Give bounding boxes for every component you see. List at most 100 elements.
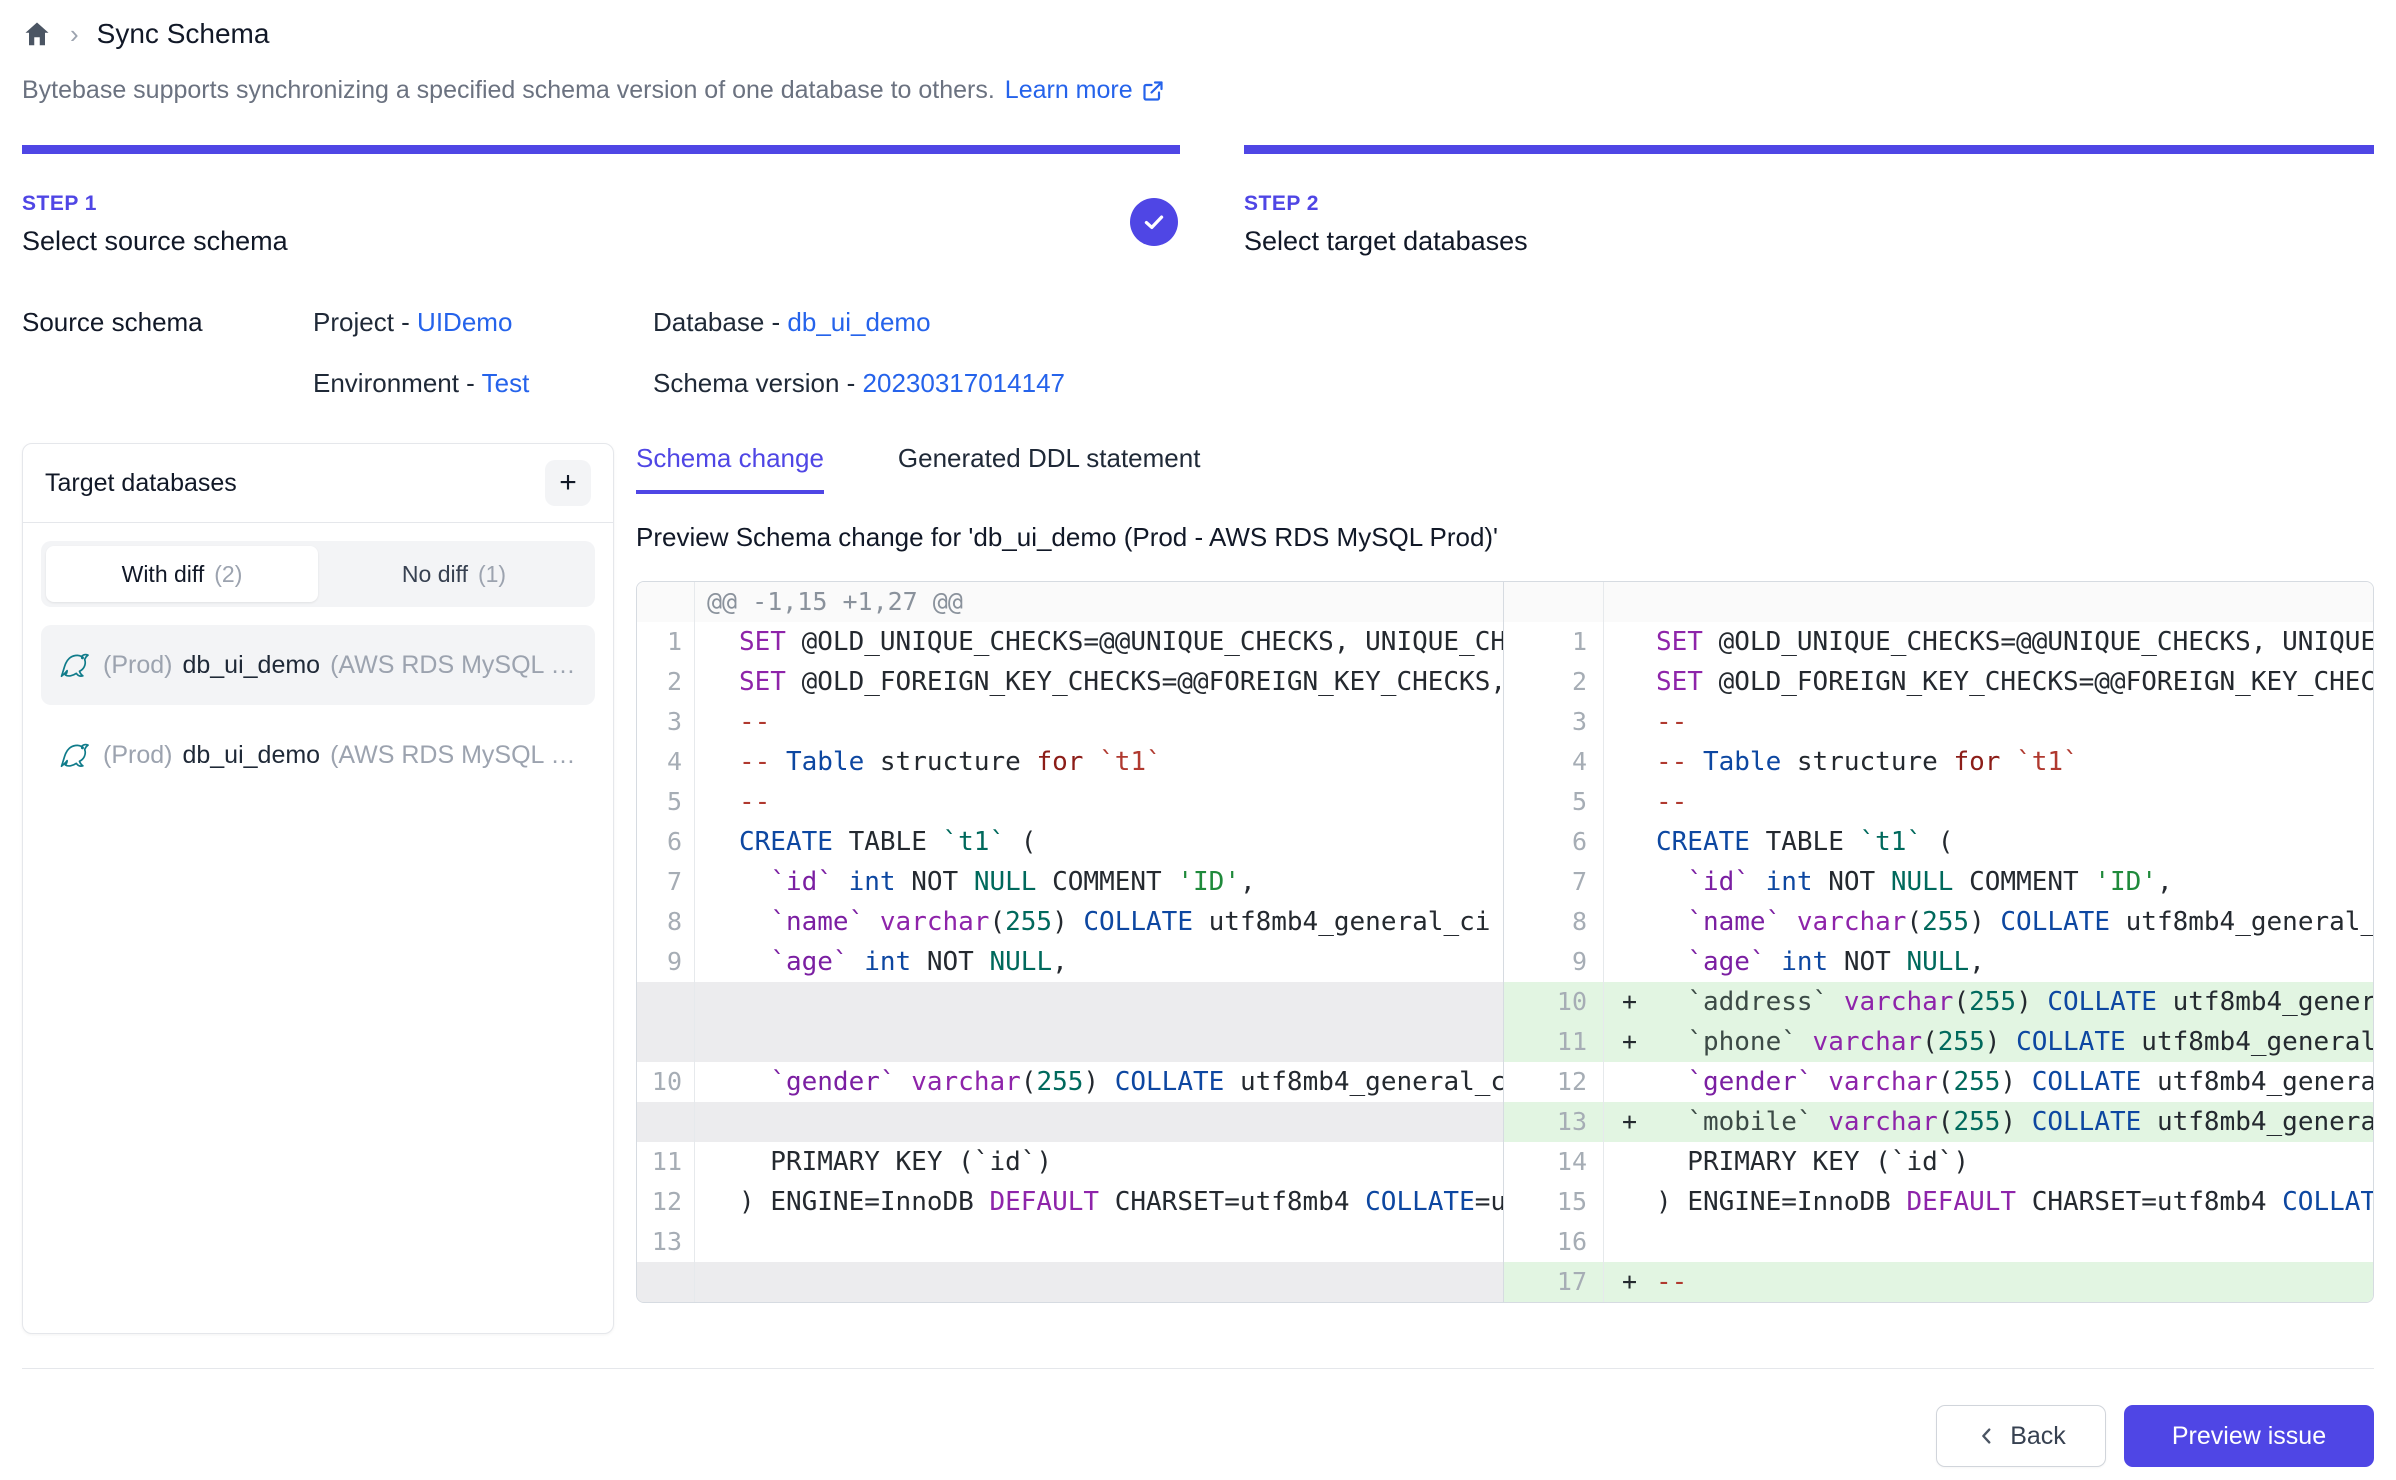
diff-marker	[695, 862, 739, 902]
footer-actions: Back Preview issue	[22, 1405, 2374, 1467]
schema-version-link[interactable]: 20230317014147	[863, 368, 1065, 398]
line-number: 5	[637, 782, 695, 822]
diff-old-cell: 6 CREATE TABLE `t1` (	[637, 822, 1503, 862]
db-environment: (Prod)	[103, 741, 172, 770]
breadcrumb-chevron-icon: ›	[70, 21, 79, 47]
diff-new-cell: 6CREATE TABLE `t1` (	[1503, 822, 2373, 862]
diff-row: 11 PRIMARY KEY (`id`)14 PRIMARY KEY (`id…	[637, 1142, 2373, 1182]
diff-row: 10 `gender` varchar(255) COLLATE utf8mb4…	[637, 1062, 2373, 1102]
line-number: 17	[1504, 1262, 1604, 1302]
project-link[interactable]: UIDemo	[417, 307, 512, 337]
line-number: 12	[637, 1182, 695, 1222]
code-line: `phone` varchar(255) COLLATE utf8mb4_gen…	[1656, 1022, 2373, 1062]
diff-old-cell: 7 `id` int NOT NULL COMMENT 'ID',	[637, 862, 1503, 902]
environment-link[interactable]: Test	[482, 368, 530, 398]
code-line: SET @OLD_FOREIGN_KEY_CHECKS=@@FOREIGN_KE…	[739, 662, 1503, 702]
code-line: -- Table structure for `t1`	[739, 742, 1503, 782]
diff-new-cell: 10+ `address` varchar(255) COLLATE utf8m…	[1503, 982, 2373, 1022]
diff-row: 2SET @OLD_FOREIGN_KEY_CHECKS=@@FOREIGN_K…	[637, 662, 2373, 702]
source-environment-field: Environment - Test	[313, 368, 653, 399]
code-line: CREATE TABLE `t1` (	[739, 822, 1503, 862]
diff-old-cell: 13	[637, 1222, 1503, 1262]
steps-row: STEP 1 Select source schema STEP 2 Selec…	[22, 192, 2374, 257]
back-button[interactable]: Back	[1936, 1405, 2106, 1467]
code-line	[1656, 1222, 2373, 1262]
code-line: --	[739, 782, 1503, 822]
line-number: 3	[1504, 702, 1604, 742]
with-diff-count: (2)	[214, 561, 242, 588]
diff-new-cell: 16	[1503, 1222, 2373, 1262]
diff-old-cell: 1SET @OLD_UNIQUE_CHECKS=@@UNIQUE_CHECKS,…	[637, 622, 1503, 662]
line-number: 4	[1504, 742, 1604, 782]
step1-completed-check-icon	[1130, 198, 1178, 246]
diff-marker	[1604, 622, 1656, 662]
line-number: 11	[1504, 1022, 1604, 1062]
diff-new-cell: 17+--	[1503, 1262, 2373, 1302]
database-list-item[interactable]: (Prod) db_ui_demo (AWS RDS MySQL Prod)	[41, 715, 595, 795]
code-line: -- Table structure for `t1`	[1656, 742, 2373, 782]
code-line: `address` varchar(255) COLLATE utf8mb4_g…	[1656, 982, 2373, 1022]
database-link[interactable]: db_ui_demo	[787, 307, 930, 337]
code-line: PRIMARY KEY (`id`)	[1656, 1142, 2373, 1182]
diff-hunk-header: @@ -1,15 +1,27 @@	[695, 582, 1503, 622]
mysql-icon	[57, 647, 93, 683]
diff-marker	[1604, 1182, 1656, 1222]
step1-eyebrow: STEP 1	[22, 192, 1180, 216]
diff-new-cell: 4 -- Table structure for `t1`	[1503, 742, 2373, 782]
diff-new-cell: 5--	[1503, 782, 2373, 822]
step2-title: Select target databases	[1244, 226, 2374, 257]
learn-more-link[interactable]: Learn more	[1005, 76, 1165, 105]
page-description: Bytebase supports synchronizing a specif…	[22, 76, 2374, 105]
line-number: 9	[637, 942, 695, 982]
code-line: --	[1656, 782, 2373, 822]
code-line: `id` int NOT NULL COMMENT 'ID',	[739, 862, 1503, 902]
line-number: 2	[1504, 662, 1604, 702]
diff-old-cell: 4-- Table structure for `t1`	[637, 742, 1503, 782]
code-line: --	[1656, 702, 2373, 742]
diff-row: 5--5--	[637, 782, 2373, 822]
diff-old-cell	[637, 1262, 1503, 1302]
line-number: 1	[637, 622, 695, 662]
tab-no-diff[interactable]: No diff (1)	[318, 546, 590, 602]
line-number: 1	[1504, 622, 1604, 662]
step-progress-bars	[22, 145, 2374, 154]
diff-old-cell: 9 `age` int NOT NULL,	[637, 942, 1503, 982]
database-list-item[interactable]: (Prod) db_ui_demo (AWS RDS MySQL Prod)	[41, 625, 595, 705]
code-line	[739, 1222, 1503, 1262]
tab-generated-ddl[interactable]: Generated DDL statement	[898, 443, 1201, 494]
diff-new-cell: 12 `gender` varchar(255) COLLATE utf8mb4…	[1503, 1062, 2373, 1102]
diff-old-cell: 2SET @OLD_FOREIGN_KEY_CHECKS=@@FOREIGN_K…	[637, 662, 1503, 702]
diff-marker	[1604, 942, 1656, 982]
diff-marker	[695, 742, 739, 782]
diff-marker	[695, 782, 739, 822]
code-line: ) ENGINE=InnoDB DEFAULT CHARSET=utf8mb4 …	[739, 1182, 1503, 1222]
step1-progress-bar	[22, 145, 1180, 154]
code-line: `gender` varchar(255) COLLATE utf8mb4_ge…	[739, 1062, 1503, 1102]
tab-schema-change[interactable]: Schema change	[636, 443, 824, 494]
line-number: 6	[637, 822, 695, 862]
line-number: 10	[637, 1062, 695, 1102]
schema-diff-viewer[interactable]: @@ -1,15 +1,27 @@1SET @OLD_UNIQUE_CHECKS…	[636, 581, 2374, 1303]
source-project-field: Project - UIDemo	[313, 307, 653, 338]
diff-new-cell: 1SET @OLD_UNIQUE_CHECKS=@@UNIQUE_CHECKS,…	[1503, 622, 2373, 662]
page-title: Sync Schema	[97, 18, 270, 50]
diff-row: 9 `age` int NOT NULL,9 `age` int NOT NUL…	[637, 942, 2373, 982]
add-database-button[interactable]: +	[545, 460, 591, 506]
home-icon[interactable]	[22, 19, 52, 49]
db-instance: (AWS RDS MySQL Prod)	[330, 651, 579, 680]
main-content: Target databases + With diff (2) No diff…	[22, 443, 2374, 1334]
diff-new-cell: 11+ `phone` varchar(255) COLLATE utf8mb4…	[1503, 1022, 2373, 1062]
line-number: 13	[637, 1222, 695, 1262]
code-line: --	[1656, 1262, 2373, 1302]
preview-issue-button[interactable]: Preview issue	[2124, 1405, 2374, 1467]
diff-marker	[1604, 702, 1656, 742]
diff-old-cell: 12 ) ENGINE=InnoDB DEFAULT CHARSET=utf8mb…	[637, 1182, 1503, 1222]
target-databases-header: Target databases +	[23, 444, 613, 522]
diff-row: 6CREATE TABLE `t1` (6CREATE TABLE `t1` (	[637, 822, 2373, 862]
diff-marker	[1604, 1062, 1656, 1102]
db-name: db_ui_demo	[182, 741, 320, 770]
line-number: 11	[637, 1142, 695, 1182]
tab-with-diff[interactable]: With diff (2)	[46, 546, 318, 602]
diff-new-cell: 2SET @OLD_FOREIGN_KEY_CHECKS=@@FOREIGN_K…	[1503, 662, 2373, 702]
diff-row: 4-- Table structure for `t1`4-- Table st…	[637, 742, 2373, 782]
